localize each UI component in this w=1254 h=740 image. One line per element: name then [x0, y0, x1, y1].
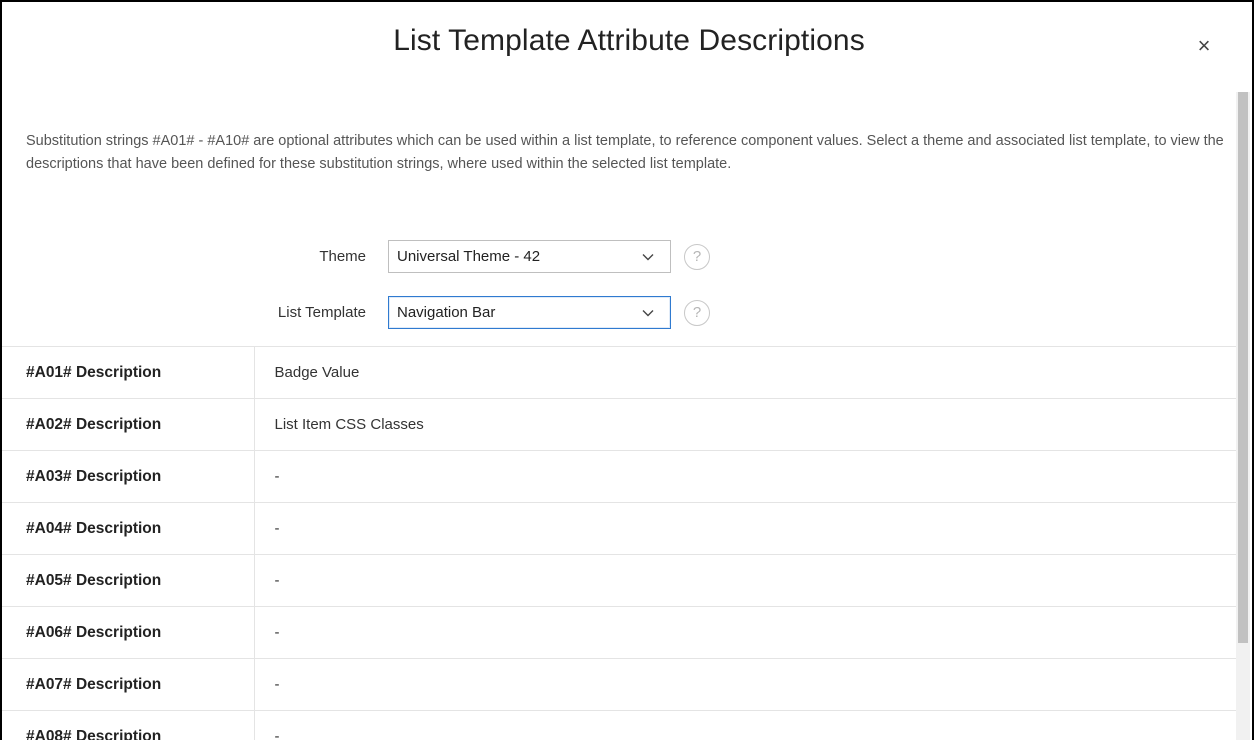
table-row: #A06# Description - [2, 606, 1240, 659]
theme-row: Theme Universal Theme - 42 ? [2, 240, 1240, 274]
list-template-label: List Template [277, 304, 366, 321]
row-label: #A08# Description [2, 710, 255, 740]
close-icon[interactable]: × [1194, 35, 1214, 57]
theme-label: Theme [319, 248, 366, 265]
row-label: #A06# Description [2, 606, 255, 659]
table-row: #A07# Description - [2, 658, 1240, 711]
table-row: #A02# Description List Item CSS Classes [2, 398, 1240, 451]
list-template-row: List Template Navigation Bar ? [2, 296, 1240, 330]
row-label: #A03# Description [2, 450, 255, 503]
theme-help-icon[interactable]: ? [684, 244, 710, 270]
table-row: #A04# Description - [2, 502, 1240, 555]
row-value: Badge Value [274, 364, 360, 381]
row-value: - [274, 572, 280, 589]
chevron-down-icon [642, 254, 654, 261]
dialog: List Template Attribute Descriptions × S… [0, 0, 1254, 740]
vertical-scrollbar[interactable] [1236, 92, 1250, 740]
table-row: #A03# Description - [2, 450, 1240, 503]
row-value: - [274, 728, 280, 740]
row-label: #A05# Description [2, 554, 255, 607]
row-label: #A01# Description [2, 346, 255, 399]
scrollbar-thumb[interactable] [1238, 92, 1248, 643]
theme-select[interactable]: Universal Theme - 42 [388, 240, 671, 273]
table-row: #A05# Description - [2, 554, 1240, 607]
theme-select-value: Universal Theme - 42 [397, 248, 541, 265]
row-value: - [274, 468, 280, 485]
row-value: - [274, 624, 280, 641]
dialog-body[interactable]: Substitution strings #A01# - #A10# are o… [2, 92, 1240, 740]
list-template-select[interactable]: Navigation Bar [388, 296, 671, 329]
chevron-down-icon [642, 310, 654, 317]
row-label: #A07# Description [2, 658, 255, 711]
row-label: #A04# Description [2, 502, 255, 555]
table-row: #A01# Description Badge Value [2, 346, 1240, 399]
table-row: #A08# Description - [2, 710, 1240, 740]
list-template-help-icon[interactable]: ? [684, 300, 710, 326]
row-value: - [274, 676, 280, 693]
list-template-select-value: Navigation Bar [397, 304, 496, 321]
row-value: List Item CSS Classes [274, 416, 424, 433]
intro-text: Substitution strings #A01# - #A10# are o… [26, 133, 1224, 172]
dialog-title: List Template Attribute Descriptions [393, 24, 865, 57]
row-label: #A02# Description [2, 398, 255, 451]
row-value: - [274, 520, 280, 537]
descriptions-table: #A01# Description Badge Value #A02# Desc… [2, 346, 1240, 740]
